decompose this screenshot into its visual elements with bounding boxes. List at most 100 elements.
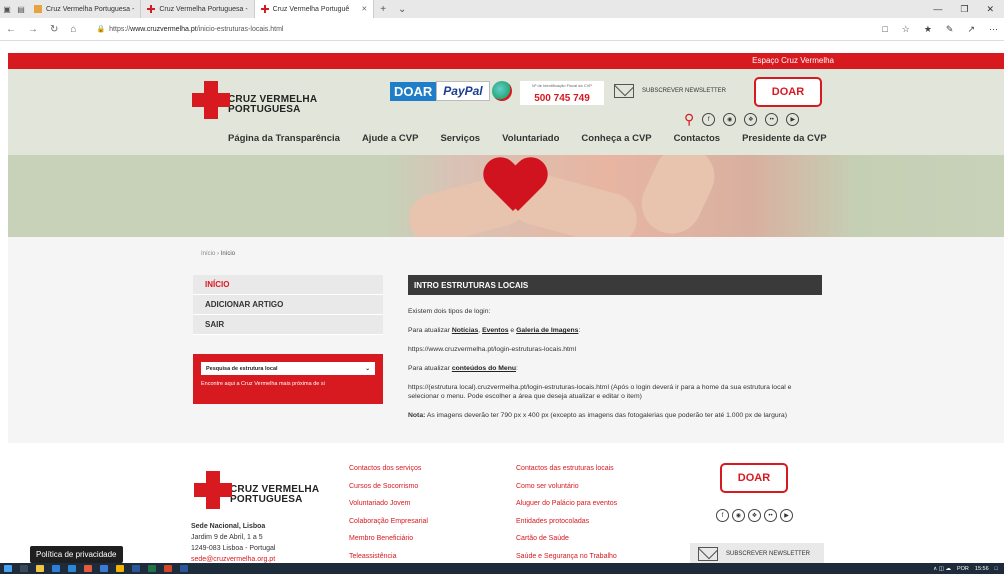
breadcrumb-home[interactable]: Início [201, 251, 215, 257]
notifications-icon[interactable]: □ [995, 566, 998, 572]
nav-conheca[interactable]: Conheça a CVP [581, 133, 651, 144]
reading-view-icon[interactable]: □ [882, 24, 887, 35]
conteudos-menu-link[interactable]: conteúdos do Menu [452, 365, 516, 372]
url-field[interactable]: 🔒 https://www.cruzvermelha.pt/inicio-est… [96, 25, 284, 34]
app-icon[interactable] [68, 565, 76, 572]
local-structure-select[interactable]: Pesquisa de estrutura local ⌄ [201, 362, 375, 375]
footer-link[interactable]: Cartão de Saúde [516, 535, 617, 553]
nav-contactos[interactable]: Contactos [674, 133, 720, 144]
tray-icons[interactable]: ∧ ◫ ☁ [933, 566, 951, 572]
home-icon[interactable]: ⌂ [70, 24, 76, 35]
browser-tab[interactable]: Cruz Vermelha Portuguesa - [28, 0, 142, 18]
footer-newsletter-subscribe[interactable]: SUBSCREVER NEWSLETTER [690, 543, 824, 565]
nav-ajude[interactable]: Ajude a CVP [362, 133, 419, 144]
galeria-link[interactable]: Galeria de Imagens [516, 327, 578, 334]
doar-button[interactable]: DOAR [754, 77, 822, 107]
favorites-hub-icon[interactable]: ★ [924, 24, 932, 35]
minimize-icon[interactable]: — [933, 4, 942, 15]
browser-tab[interactable]: Cruz Vermelha Portuguesa - [141, 0, 255, 18]
edge-icon[interactable] [52, 565, 60, 572]
privacy-policy-tooltip[interactable]: Política de privacidade [30, 546, 123, 563]
instagram-icon[interactable]: ◉ [732, 509, 745, 522]
facebook-icon[interactable]: f [702, 113, 716, 126]
footer-link[interactable]: Entidades protocoladas [516, 518, 617, 536]
red-cross-icon [194, 471, 232, 509]
refresh-icon[interactable]: ↻ [50, 24, 58, 35]
text: Para atualizar [408, 327, 452, 334]
footer-link[interactable]: Contactos dos serviços [349, 465, 428, 483]
address-title: Sede Nacional, Lisboa [191, 523, 266, 530]
footer-links-col1: Contactos dos serviços Cursos de Socorri… [349, 465, 428, 570]
doar-paypal-banner[interactable]: DOAR PayPal [390, 81, 512, 101]
flickr-icon[interactable]: •• [765, 113, 779, 126]
close-tab-icon[interactable]: ✕ [361, 5, 367, 13]
new-tab-icon[interactable]: + [374, 4, 392, 15]
restore-icon[interactable]: ❐ [960, 4, 968, 15]
side-menu-sair[interactable]: SAIR [193, 315, 383, 335]
word-icon[interactable] [180, 565, 188, 572]
globe-icon [491, 81, 512, 101]
pen-icon[interactable]: ✎ [946, 24, 954, 35]
footer-link[interactable]: Colaboração Empresarial [349, 518, 428, 536]
cvp-logo[interactable]: CRUZ VERMELHA PORTUGUESA [192, 81, 317, 119]
flickr-icon[interactable]: •• [764, 509, 777, 522]
text: : [578, 327, 581, 334]
system-tray: ∧ ◫ ☁ POR 15:56 □ [933, 566, 1004, 572]
espaco-cruz-vermelha-link[interactable]: Espaço Cruz Vermelha [752, 56, 834, 65]
youtube-icon[interactable]: ▶ [786, 113, 800, 126]
footer-link[interactable]: Voluntariado Jovem [349, 500, 428, 518]
twitter-icon[interactable]: ❖ [744, 113, 758, 126]
url-path: /inicio-estruturas-locais.html [196, 25, 284, 33]
side-menu-inicio[interactable]: INÍCIO [193, 275, 383, 295]
footer-link[interactable]: Como ser voluntário [516, 483, 617, 501]
nav-presidente[interactable]: Presidente da CVP [742, 133, 826, 144]
file-explorer-icon[interactable] [36, 565, 44, 572]
twitter-icon[interactable]: ❖ [748, 509, 761, 522]
favorite-star-icon[interactable]: ☆ [902, 24, 910, 35]
app-icon[interactable] [100, 565, 108, 572]
nav-voluntariado[interactable]: Voluntariado [502, 133, 559, 144]
red-cross-favicon-icon [260, 5, 269, 13]
facebook-icon[interactable]: f [716, 509, 729, 522]
paypal-label: PayPal [436, 81, 490, 101]
search-icon[interactable]: ⚲ [684, 111, 694, 128]
excel-icon[interactable] [148, 565, 156, 572]
address-bar: ← → ↻ ⌂ 🔒 https://www.cruzvermelha.pt/in… [0, 18, 1004, 41]
clock[interactable]: 15:56 [975, 566, 989, 572]
word-icon[interactable] [132, 565, 140, 572]
instagram-icon[interactable]: ◉ [723, 113, 737, 126]
footer-link[interactable]: Cursos de Socorrismo [349, 483, 428, 501]
eventos-link[interactable]: Eventos [482, 327, 508, 334]
back-icon[interactable]: ← [6, 24, 16, 35]
text: e [508, 327, 517, 334]
powerpoint-icon[interactable] [164, 565, 172, 572]
forward-icon[interactable]: → [28, 24, 38, 35]
share-icon[interactable]: ↗ [967, 24, 975, 35]
envelope-icon [698, 547, 718, 561]
tab-overview-icon[interactable]: ▤ [14, 5, 28, 14]
more-icon[interactable]: ⋯ [989, 24, 998, 35]
nav-servicos[interactable]: Serviços [440, 133, 480, 144]
noticias-link[interactable]: Notícias [452, 327, 478, 334]
app-icon[interactable] [116, 565, 124, 572]
footer-cvp-logo[interactable]: CRUZ VERMELHA PORTUGUESA [194, 471, 319, 509]
footer-link[interactable]: Membro Beneficiário [349, 535, 428, 553]
language-indicator[interactable]: POR [957, 566, 969, 572]
app-icon[interactable] [84, 565, 92, 572]
browser-tab-active[interactable]: Cruz Vermelha Portuguê ✕ [254, 0, 375, 18]
footer-link[interactable]: Aluguer do Palácio para eventos [516, 500, 617, 518]
youtube-icon[interactable]: ▶ [780, 509, 793, 522]
tab-list-chevron-icon[interactable]: ⌄ [392, 4, 412, 15]
footer-link[interactable]: Contactos das estruturas locais [516, 465, 617, 483]
newsletter-subscribe[interactable]: SUBSCREVER NEWSLETTER [606, 77, 744, 105]
tab-actions-icon[interactable]: ▣ [0, 5, 14, 14]
footer-doar-button[interactable]: DOAR [720, 463, 788, 493]
start-icon[interactable] [4, 565, 12, 572]
search-icon[interactable] [20, 565, 28, 572]
nif-number: 500 745 749 [534, 93, 590, 104]
doar-paypal-label: DOAR [390, 81, 437, 101]
side-menu-adicionar-artigo[interactable]: ADICIONAR ARTIGO [193, 295, 383, 315]
close-window-icon[interactable]: ✕ [986, 4, 994, 15]
nav-transparencia[interactable]: Página da Transparência [228, 133, 340, 144]
address-line: 1249-083 Lisboa - Portugal [191, 545, 276, 552]
